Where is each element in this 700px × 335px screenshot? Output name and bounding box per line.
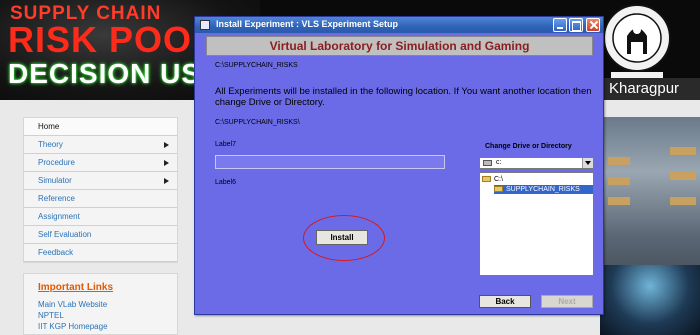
directory-item-label: C:\	[494, 176, 503, 183]
dialog-title: Install Experiment : VLS Experiment Setu…	[216, 19, 399, 29]
sidebar-item-label: Assignment	[38, 212, 80, 221]
sidebar-menu: Home Theory Procedure Simulator Referenc…	[23, 117, 178, 263]
label6: Label6	[215, 179, 237, 186]
dropdown-arrow-icon[interactable]	[582, 158, 593, 168]
sidebar-item-home[interactable]: Home	[24, 118, 177, 136]
important-links-panel: Important Links Main VLab Website NPTEL …	[23, 273, 178, 335]
close-icon[interactable]	[586, 18, 600, 32]
sidebar-item-label: Home	[38, 122, 60, 131]
link-nptel[interactable]: NPTEL	[38, 311, 64, 320]
dialog-header-banner: Virtual Laboratory for Simulation and Ga…	[206, 36, 593, 56]
sidebar-item-theory[interactable]: Theory	[24, 136, 177, 154]
directory-item-label: SUPPLYCHAIN_RISKS	[506, 186, 580, 193]
source-path-label: C:\SUPPLYCHAIN_RISKS	[215, 62, 298, 69]
sidebar-item-self-evaluation[interactable]: Self Evaluation	[24, 226, 177, 244]
folder-icon	[494, 186, 503, 193]
label7: Label7	[215, 141, 237, 148]
sidebar-item-label: Reference	[38, 194, 75, 203]
sidebar-item-procedure[interactable]: Procedure	[24, 154, 177, 172]
submenu-arrow-icon	[164, 178, 169, 184]
drive-select[interactable]: c:	[479, 157, 594, 169]
target-path-label: C:\SUPPLYCHAIN_RISKS\	[215, 119, 300, 126]
sidebar-item-label: Procedure	[38, 158, 75, 167]
submenu-arrow-icon	[164, 160, 169, 166]
institute-name: Kharagpur	[609, 80, 680, 97]
sidebar-item-feedback[interactable]: Feedback	[24, 244, 177, 262]
submenu-arrow-icon	[164, 142, 169, 148]
maximize-icon[interactable]	[569, 18, 583, 32]
back-button[interactable]: Back	[479, 295, 531, 308]
drive-value: c:	[496, 159, 502, 166]
directory-list[interactable]: C:\ SUPPLYCHAIN_RISKS	[479, 172, 594, 276]
dialog-header-text: Virtual Laboratory for Simulation and Ga…	[269, 39, 530, 53]
sidebar-item-reference[interactable]: Reference	[24, 190, 177, 208]
install-location-message: All Experiments will be installed in the…	[215, 86, 592, 108]
install-button[interactable]: Install	[316, 230, 368, 245]
change-drive-label: Change Drive or Directory	[485, 143, 572, 150]
warehouse-photo	[600, 117, 700, 335]
photo-shelf	[608, 177, 630, 185]
link-iitkgp-homepage[interactable]: IIT KGP Homepage	[38, 322, 108, 331]
drive-icon	[483, 160, 492, 166]
directory-item-root[interactable]: C:\	[482, 175, 503, 184]
sidebar-item-label: Feedback	[38, 248, 74, 257]
directory-item-selected[interactable]: SUPPLYCHAIN_RISKS	[494, 185, 593, 194]
dialog-titlebar[interactable]: Install Experiment : VLS Experiment Setu…	[195, 17, 603, 33]
important-links-heading: Important Links	[38, 282, 114, 293]
sidebar-item-label: Self Evaluation	[38, 230, 92, 239]
folder-icon	[482, 176, 491, 183]
sidebar-item-simulator[interactable]: Simulator	[24, 172, 177, 190]
photo-shelf	[670, 172, 696, 180]
photo-lower-image	[600, 265, 700, 335]
window-app-icon	[200, 20, 210, 30]
photo-shelf	[608, 197, 630, 205]
sidebar-item-label: Theory	[38, 140, 63, 149]
institute-logo	[603, 4, 671, 80]
banner-title-line2: RISK POOL	[8, 19, 216, 60]
install-dialog: Install Experiment : VLS Experiment Setu…	[194, 16, 604, 315]
photo-shelf	[670, 197, 696, 205]
photo-shelf	[670, 147, 696, 155]
photo-shelf	[608, 157, 630, 165]
sidebar-item-assignment[interactable]: Assignment	[24, 208, 177, 226]
link-main-vlab[interactable]: Main VLab Website	[38, 300, 107, 309]
next-button[interactable]: Next	[541, 295, 593, 308]
minimize-icon[interactable]	[553, 18, 567, 32]
path-input[interactable]	[215, 155, 445, 169]
sidebar-item-label: Simulator	[38, 176, 72, 185]
